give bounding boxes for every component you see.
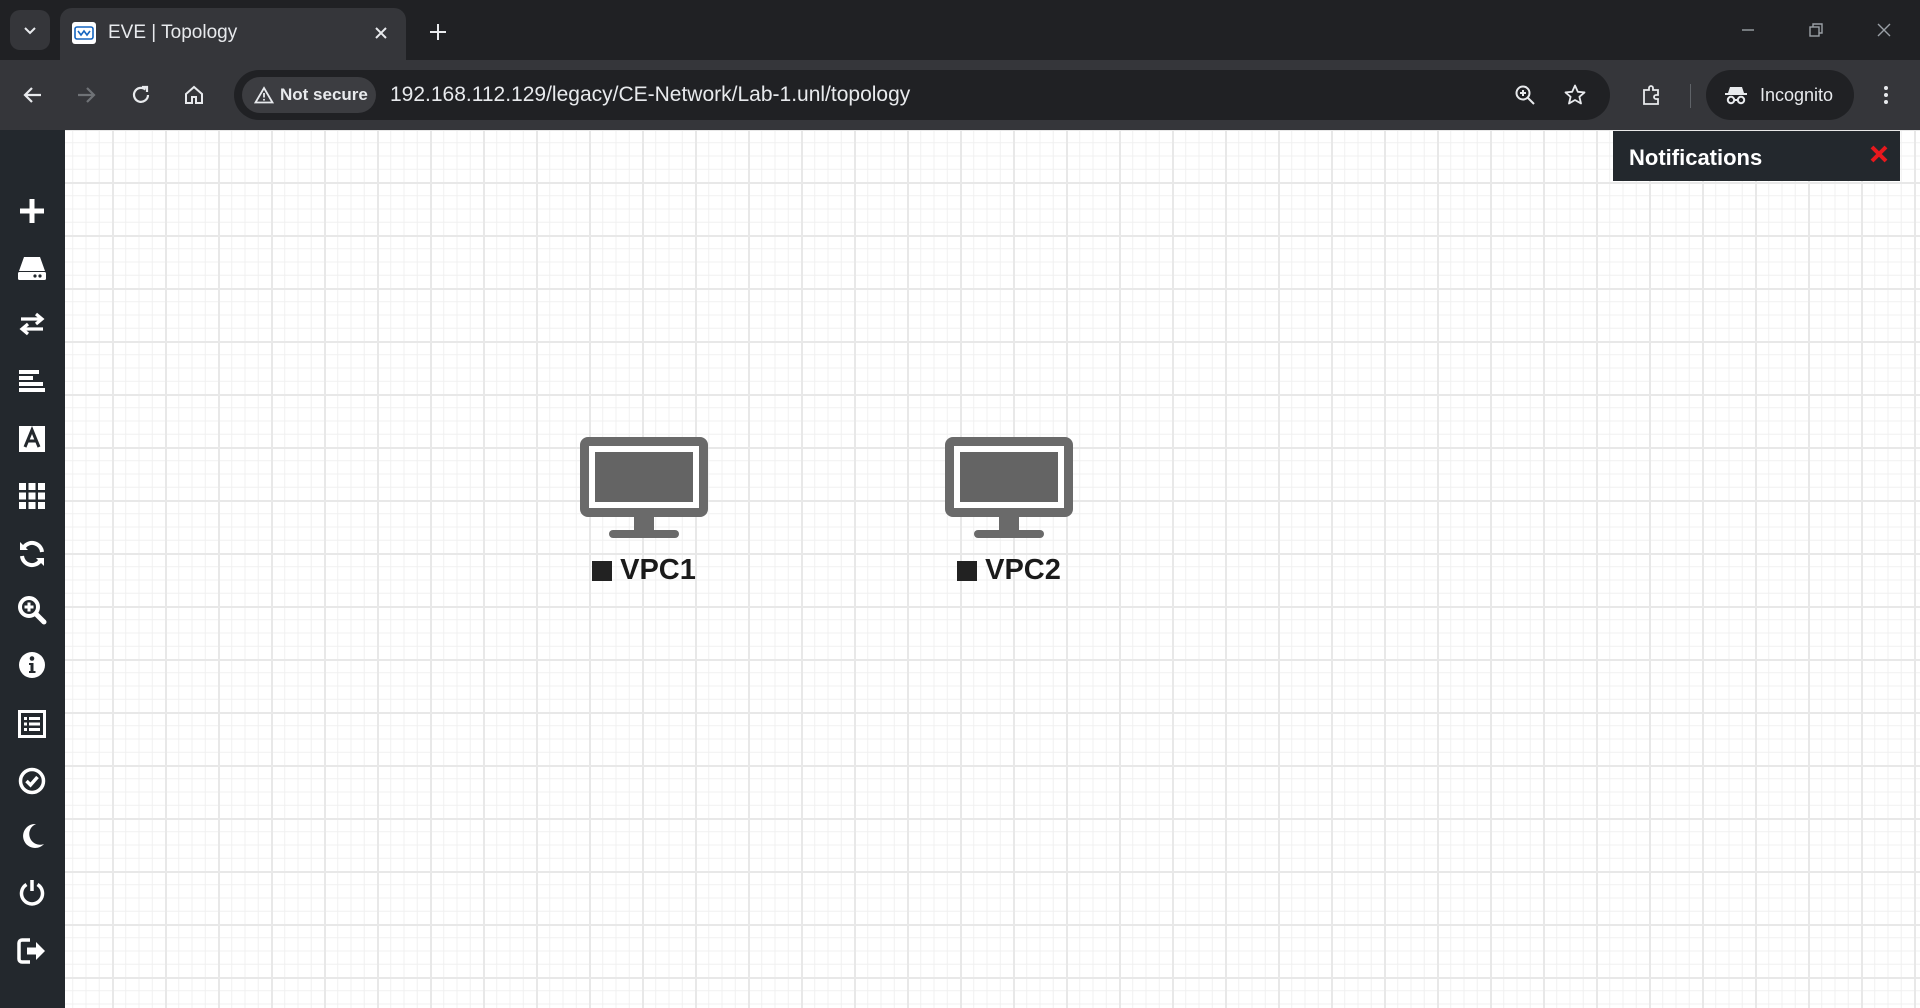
browser-tab-active[interactable]: EVE | Topology: [60, 8, 406, 60]
node-vpc2[interactable]: VPC2: [934, 436, 1084, 586]
browser-toolbar: Not secure 192.168.112.129/legacy/CE-Net…: [0, 60, 1920, 130]
sidebar-item-close-lab[interactable]: [12, 872, 52, 912]
restore-icon: [1809, 23, 1823, 37]
notifications-panel: Notifications: [1613, 131, 1900, 181]
tab-title: EVE | Topology: [108, 22, 238, 43]
text-icon: [19, 426, 45, 452]
logout-icon: [17, 938, 45, 964]
plus-icon: [430, 24, 446, 40]
arrow-right-icon: [78, 87, 96, 103]
extensions-button[interactable]: [1632, 75, 1672, 115]
topology-canvas[interactable]: VPC1 VPC2: [65, 130, 1920, 1008]
node-label: VPC2: [934, 554, 1084, 587]
sidebar-item-networks[interactable]: [12, 304, 52, 344]
nodes-icon: [18, 257, 46, 280]
sidebar-item-refresh[interactable]: [12, 534, 52, 574]
browser-menu-button[interactable]: [1866, 75, 1906, 115]
node-status-stopped-icon: [592, 560, 613, 581]
startup-configs-icon: [19, 370, 45, 392]
close-icon: [1870, 145, 1888, 163]
puzzle-icon: [1643, 85, 1659, 105]
node-label: VPC1: [569, 554, 719, 587]
refresh-icon: [20, 540, 44, 568]
node-name: VPC2: [985, 554, 1061, 586]
address-bar[interactable]: Not secure 192.168.112.129/legacy/CE-Net…: [234, 70, 1610, 120]
node-vpc1[interactable]: VPC1: [569, 436, 719, 586]
sidebar-item-zoom[interactable]: [12, 590, 52, 630]
restore-button[interactable]: [1792, 12, 1840, 48]
sidebar-item-logout[interactable]: [12, 931, 52, 971]
forward-button[interactable]: [66, 75, 106, 115]
add-icon: [20, 199, 44, 223]
vpc-monitor-icon: [580, 437, 708, 538]
moon-icon: [23, 823, 44, 848]
tab-close-button[interactable]: [370, 22, 392, 44]
notifications-close-button[interactable]: [1866, 141, 1892, 167]
info-icon: [19, 652, 45, 678]
toolbar-divider: [1690, 84, 1691, 108]
tab-search-button[interactable]: [10, 10, 50, 50]
node-name: VPC1: [620, 554, 696, 586]
window-close-button[interactable]: [1860, 12, 1908, 48]
eve-sidebar: [0, 130, 65, 1008]
zoom-in-icon: [1515, 85, 1535, 105]
sidebar-item-add-object[interactable]: [12, 191, 52, 231]
sidebar-item-lab-details[interactable]: [12, 704, 52, 744]
reload-button[interactable]: [121, 75, 161, 115]
grid-icon: [19, 483, 45, 509]
more-vert-icon: [1884, 86, 1888, 104]
incognito-profile-button[interactable]: Incognito: [1706, 70, 1854, 120]
notifications-title: Notifications: [1629, 145, 1763, 170]
star-icon: [1564, 84, 1586, 105]
home-icon: [185, 85, 203, 104]
warning-icon: [254, 86, 274, 104]
sidebar-item-info[interactable]: [12, 645, 52, 685]
zoom-icon: [18, 596, 47, 625]
check-icon: [18, 767, 46, 795]
vpc-monitor-icon: [945, 437, 1073, 538]
close-icon: [1877, 23, 1891, 37]
sidebar-item-nodes[interactable]: [12, 248, 52, 288]
eve-favicon-icon: [72, 22, 96, 44]
incognito-icon: [1725, 87, 1747, 105]
security-label: Not secure: [280, 85, 368, 104]
browser-tabstrip: EVE | Topology: [0, 0, 1920, 60]
sidebar-item-dark-mode[interactable]: [12, 816, 52, 856]
node-status-stopped-icon: [957, 560, 978, 581]
networks-icon: [19, 312, 45, 336]
new-tab-button[interactable]: [422, 16, 454, 48]
url-text[interactable]: 192.168.112.129/legacy/CE-Network/Lab-1.…: [390, 83, 910, 107]
zoom-button[interactable]: [1510, 80, 1540, 110]
chevron-down-icon: [24, 27, 36, 35]
power-icon: [19, 880, 45, 906]
list-icon: [18, 710, 46, 738]
bookmark-button[interactable]: [1560, 80, 1590, 110]
sidebar-item-startup-configs[interactable]: [12, 361, 52, 401]
minimize-icon: [1742, 29, 1754, 31]
arrow-left-icon: [23, 87, 41, 103]
sidebar-item-grid[interactable]: [12, 476, 52, 516]
security-indicator[interactable]: Not secure: [242, 77, 376, 113]
sidebar-item-text[interactable]: [12, 419, 52, 459]
minimize-button[interactable]: [1724, 12, 1772, 48]
back-button[interactable]: [13, 75, 53, 115]
profile-label: Incognito: [1760, 84, 1834, 105]
close-icon: [375, 27, 387, 39]
home-button[interactable]: [174, 75, 214, 115]
sidebar-item-check[interactable]: [12, 761, 52, 801]
reload-icon: [132, 85, 150, 103]
